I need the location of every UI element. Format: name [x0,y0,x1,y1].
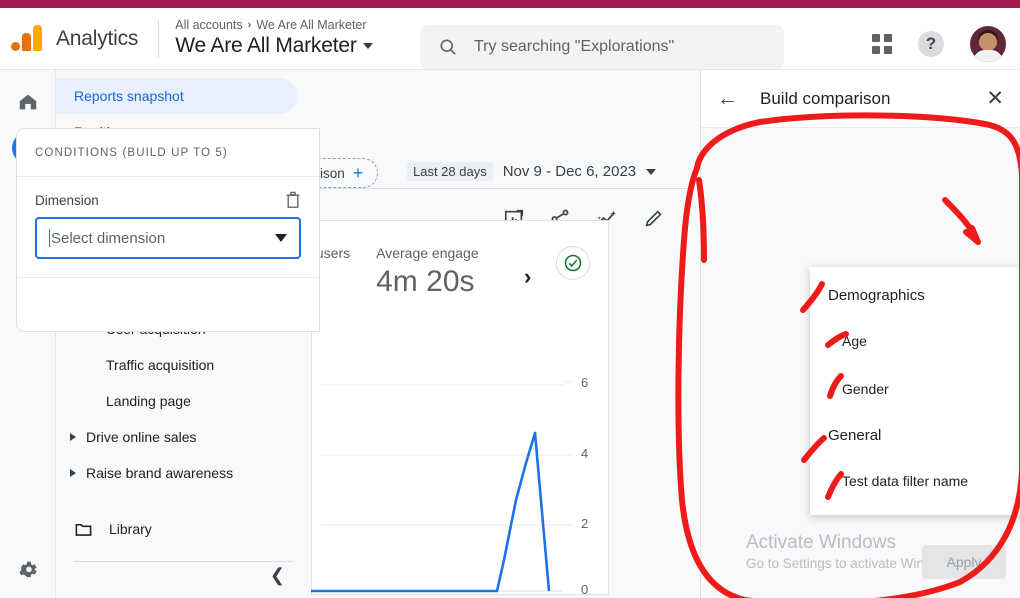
edit-pencil-icon[interactable] [643,208,665,230]
avatar[interactable] [970,26,1006,62]
sidebar-item-label: Drive online sales [86,429,197,445]
add-comparison-chip[interactable]: arison + [311,158,379,188]
conditions-card: CONDITIONS (BUILD UP TO 5) Dimension Sel… [16,128,320,332]
conditions-body: Dimension Select dimension [17,177,319,277]
account-selector[interactable]: All accounts › We Are All Marketer We Ar… [175,18,373,59]
dropdown-item-label: Age [842,333,867,349]
date-range-selector[interactable]: Last 28 days Nov 9 - Dec 6, 2023 [407,162,657,181]
plus-icon[interactable]: + [353,164,364,182]
chart-svg [311,381,573,593]
sidebar-item-traffic-acquisition[interactable]: Traffic acquisition [56,347,311,383]
metric-value: 4m 20s [376,265,475,298]
y-tick-label: 0 [581,582,589,597]
breadcrumb-separator-icon: › [247,19,252,31]
product-name: Analytics [56,26,139,50]
header-divider [158,19,160,58]
search-input[interactable]: Try searching "Explorations" [474,38,674,56]
google-analytics-logo-icon[interactable] [10,22,44,56]
search-bar[interactable]: Try searching "Explorations" [420,25,784,69]
caret-down-icon[interactable] [646,168,657,175]
date-preset-pill: Last 28 days [407,162,493,181]
dropdown-group-demographics: Demographics [810,273,1020,317]
triangle-right-icon[interactable] [70,433,76,441]
header-actions: ? [872,26,1006,62]
dimension-label: Dimension [35,192,99,208]
brand-strip [0,0,1020,8]
metric-group: v users Average engage 4m 20s [311,245,479,299]
gear-icon[interactable] [12,552,44,584]
panel-title: Build comparison [760,88,891,108]
dropdown-item-label: Test data filter name [842,473,969,489]
breadcrumb-root[interactable]: All accounts [175,18,242,33]
sidebar-item-drive-online-sales[interactable]: Drive online sales [56,419,311,455]
metric-avg-engagement: Average engage 4m 20s [376,245,479,299]
sidebar-item-library[interactable]: Library [56,511,311,547]
screen-root: Analytics All accounts › We Are All Mark… [0,0,1020,598]
chevron-left-icon[interactable]: ❮ [270,565,285,586]
dropdown-group-label: General [828,426,882,444]
app-header: Analytics All accounts › We Are All Mark… [0,8,1020,70]
breadcrumb-current[interactable]: We Are All Marketer [256,18,366,33]
breadcrumb: All accounts › We Are All Marketer [175,18,372,33]
caret-down-icon[interactable] [362,43,373,49]
y-tick-label: 2 [581,516,589,531]
dropdown-item-label: Gender [842,381,889,397]
dropdown-item-age[interactable]: Age [810,317,1020,365]
conditions-footer [17,277,319,331]
sidebar-item-label: Raise brand awareness [86,465,234,481]
close-icon[interactable]: ✕ [986,86,1004,111]
panel-header: ← Build comparison ✕ [701,70,1020,128]
header-rule [311,188,701,189]
conditions-header: CONDITIONS (BUILD UP TO 5) [17,129,319,177]
dimension-select-placeholder: Select dimension [51,229,166,247]
dropdown-item-gender[interactable]: Gender [810,365,1020,413]
folder-icon [75,523,92,536]
back-arrow-icon[interactable]: ← [717,87,738,111]
chevron-right-icon[interactable]: › [524,264,531,290]
dropdown-item-test-data-filter-name[interactable]: Test data filter name [810,457,1020,505]
dimension-dropdown-menu: Demographics Age Gender General Test dat… [810,267,1020,515]
apps-grid-icon[interactable] [872,34,892,54]
sidebar-item-label: Library [109,521,152,537]
help-question-icon[interactable]: ? [918,31,944,57]
dropdown-group-label: Demographics [828,286,925,304]
caret-down-icon[interactable] [275,234,287,242]
sidebar-item-raise-brand-awareness[interactable]: Raise brand awareness [56,455,311,491]
date-range-text: Nov 9 - Dec 6, 2023 [502,163,637,180]
search-icon [440,39,456,55]
metric-label: Average engage [376,245,479,261]
y-tick-label: 4 [581,446,589,461]
triangle-right-icon[interactable] [70,469,76,477]
y-tick-label: 6 [581,375,589,390]
sidebar-item-label: Reports snapshot [74,88,184,104]
sidebar-item-label: Landing page [106,393,191,409]
sidebar-item-reports-snapshot[interactable]: Reports snapshot [56,78,297,114]
apply-button[interactable]: Apply [922,545,1006,579]
sidebar-item-landing-page[interactable]: Landing page [56,383,311,419]
account-name: We Are All Marketer [175,34,357,57]
check-circle-icon [556,246,590,280]
trash-icon[interactable] [285,191,301,209]
dropdown-group-general: General [810,413,1020,457]
dimension-select[interactable]: Select dimension [35,217,301,259]
text-caret [49,229,50,247]
home-icon[interactable] [12,86,44,118]
trend-line-chart: 9 26 03 Dec 6 4 2 0 [311,320,609,598]
sidebar-item-label: Traffic acquisition [106,357,215,373]
